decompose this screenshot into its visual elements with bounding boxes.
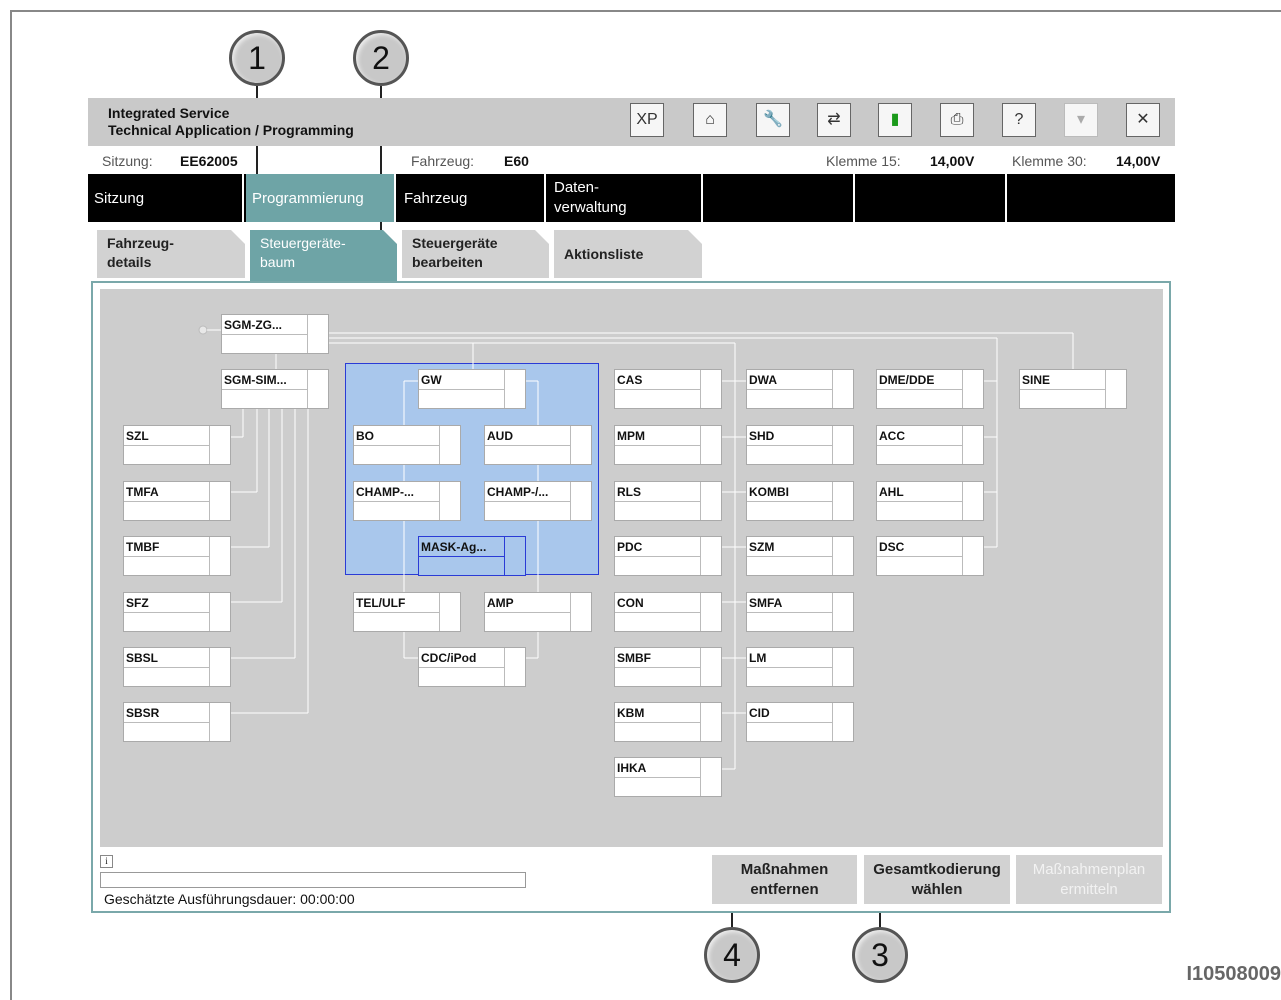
ecu-ahl[interactable]: AHL (876, 481, 984, 521)
ecu-champ-2[interactable]: CHAMP-/... (484, 481, 592, 521)
ecu-lm[interactable]: LM (746, 647, 854, 687)
ecu-mask-ag[interactable]: MASK-Ag... (418, 536, 526, 576)
ecu-label: SGM-SIM... (224, 373, 287, 387)
ecu-szl[interactable]: SZL (123, 425, 231, 465)
ecu-label: SINE (1022, 373, 1051, 387)
info-icon: i (100, 855, 113, 868)
ecu-dme-dde[interactable]: DME/DDE (876, 369, 984, 409)
estimated-duration: Geschätzte Ausführungsdauer: 00:00:00 (104, 891, 355, 907)
ecu-label: MASK-Ag... (421, 540, 487, 554)
ecu-label: TEL/ULF (356, 596, 406, 610)
ecu-label: MPM (617, 429, 645, 443)
ecu-label: GW (421, 373, 442, 387)
progress-bar (100, 872, 526, 888)
ecu-dsc[interactable]: DSC (876, 536, 984, 576)
ecu-label: CON (617, 596, 644, 610)
ecu-mpm[interactable]: MPM (614, 425, 722, 465)
ecu-label: CHAMP-/... (487, 485, 549, 499)
document-id: I10508009 (1186, 963, 1281, 985)
ecu-aud[interactable]: AUD (484, 425, 592, 465)
ecu-label: DSC (879, 540, 905, 554)
ecu-label: SBSR (126, 706, 160, 720)
remove-measures-button[interactable]: Maßnahmen entfernen (712, 855, 857, 904)
ecu-label: TMFA (126, 485, 159, 499)
ecu-label: ACC (879, 429, 905, 443)
ecu-label: AHL (879, 485, 904, 499)
ecu-cas[interactable]: CAS (614, 369, 722, 409)
ecu-sine[interactable]: SINE (1019, 369, 1127, 409)
ecu-smbf[interactable]: SMBF (614, 647, 722, 687)
ecu-amp[interactable]: AMP (484, 592, 592, 632)
ecu-label: CID (749, 706, 770, 720)
determine-plan-button[interactable]: Maßnahmenplan ermitteln (1016, 855, 1162, 904)
ecu-shd[interactable]: SHD (746, 425, 854, 465)
ecu-label: SBSL (126, 651, 159, 665)
ecu-tmbf[interactable]: TMBF (123, 536, 231, 576)
ecu-con[interactable]: CON (614, 592, 722, 632)
ecu-label: CAS (617, 373, 643, 387)
ecu-label: SGM-ZG... (224, 318, 282, 332)
ecu-label: DME/DDE (879, 373, 935, 387)
ecu-smfa[interactable]: SMFA (746, 592, 854, 632)
ecu-label: RLS (617, 485, 641, 499)
ecu-gw[interactable]: GW (418, 369, 526, 409)
ecu-label: SHD (749, 429, 775, 443)
ecu-cdc-ipod[interactable]: CDC/iPod (418, 647, 526, 687)
ecu-pdc[interactable]: PDC (614, 536, 722, 576)
ecu-label: SMFA (749, 596, 783, 610)
ecu-rls[interactable]: RLS (614, 481, 722, 521)
ecu-kombi[interactable]: KOMBI (746, 481, 854, 521)
ecu-sbsr[interactable]: SBSR (123, 702, 231, 742)
ecu-label: CDC/iPod (421, 651, 477, 665)
ecu-tel-ulf[interactable]: TEL/ULF (353, 592, 461, 632)
ecu-sfz[interactable]: SFZ (123, 592, 231, 632)
ecu-label: KOMBI (749, 485, 789, 499)
ecu-szm[interactable]: SZM (746, 536, 854, 576)
ecu-label: BO (356, 429, 374, 443)
ecu-ihka[interactable]: IHKA (614, 757, 722, 797)
ecu-label: DWA (749, 373, 777, 387)
ecu-label: KBM (617, 706, 645, 720)
ecu-sbsl[interactable]: SBSL (123, 647, 231, 687)
ecu-label: IHKA (617, 761, 647, 775)
ecu-label: CHAMP-... (356, 485, 414, 499)
ecu-label: SZL (126, 429, 149, 443)
ecu-champ-1[interactable]: CHAMP-... (353, 481, 461, 521)
ecu-cid[interactable]: CID (746, 702, 854, 742)
ecu-acc[interactable]: ACC (876, 425, 984, 465)
ecu-label: AMP (487, 596, 514, 610)
ecu-label: SMBF (617, 651, 651, 665)
ecu-sgm-zg[interactable]: SGM-ZG... (221, 314, 329, 354)
ecu-sgm-sim[interactable]: SGM-SIM... (221, 369, 329, 409)
ecu-label: PDC (617, 540, 643, 554)
ecu-label: LM (749, 651, 767, 665)
ecu-dwa[interactable]: DWA (746, 369, 854, 409)
ecu-label: SZM (749, 540, 775, 554)
ecu-label: TMBF (126, 540, 160, 554)
ecu-label: SFZ (126, 596, 149, 610)
select-total-coding-button[interactable]: Gesamtkodierung wählen (864, 855, 1010, 904)
ecu-bo[interactable]: BO (353, 425, 461, 465)
ecu-label: AUD (487, 429, 513, 443)
ecu-tmfa[interactable]: TMFA (123, 481, 231, 521)
ecu-kbm[interactable]: KBM (614, 702, 722, 742)
